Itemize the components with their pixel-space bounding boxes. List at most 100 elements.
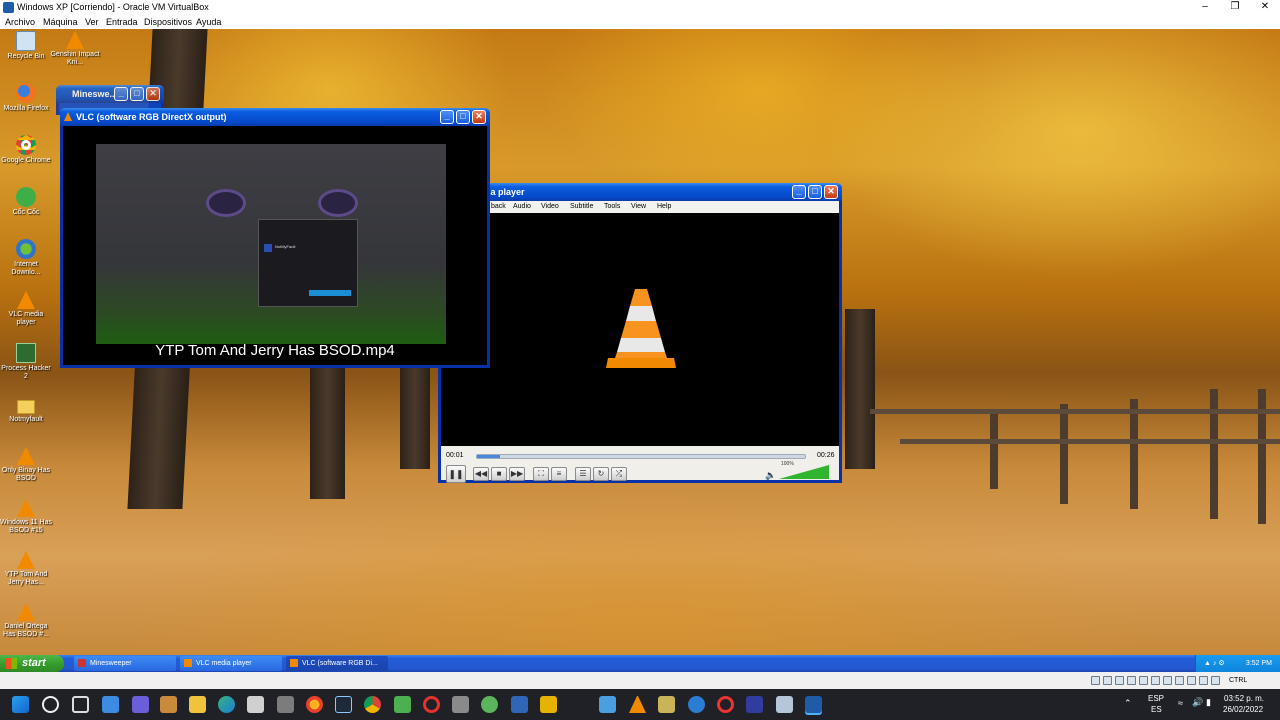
menu-archivo[interactable]: Archivo (5, 15, 35, 29)
mouse-integration-icon[interactable] (1199, 676, 1208, 685)
maximize-button[interactable]: □ (808, 185, 822, 199)
menu-tools[interactable]: Tools (604, 201, 620, 213)
edge-icon[interactable] (218, 696, 235, 713)
chrome-icon[interactable] (364, 696, 381, 713)
desktop-icon-firefox[interactable]: Mozilla Firefox (0, 83, 52, 113)
extended-settings-button[interactable]: ≡ (551, 467, 567, 481)
desktop-icon-process-hacker[interactable]: Process Hacker 2 (0, 343, 52, 381)
chevron-up-icon[interactable]: ⌃ (1124, 698, 1132, 709)
vlc-icon[interactable] (629, 696, 646, 713)
menu-video[interactable]: Video (541, 201, 559, 213)
maximize-button[interactable]: □ (130, 87, 144, 101)
hdd-icon[interactable] (1091, 676, 1100, 685)
maximize-button[interactable]: □ (456, 110, 470, 124)
coccoc-icon[interactable] (394, 696, 411, 713)
menu-help[interactable]: Help (657, 201, 671, 213)
menu-ayuda[interactable]: Ayuda (196, 15, 221, 29)
vlc-video-area[interactable] (441, 213, 839, 446)
stop-button[interactable]: ■ (491, 467, 507, 481)
windows-start-icon[interactable] (12, 696, 29, 713)
speaker-icon[interactable]: 🔈 (765, 470, 776, 481)
desktop-icon-coccoc[interactable]: Cốc Cốc (0, 187, 52, 217)
volume-icon[interactable]: 🔊 (1192, 697, 1203, 708)
seek-bar[interactable] (476, 454, 806, 459)
virtualbox-icon[interactable] (511, 696, 528, 713)
playlist-button[interactable]: ☰ (575, 467, 591, 481)
desktop-icon-daniel-ortega[interactable]: Daniel Ortega Has BSOD #... (0, 603, 52, 639)
app-icon[interactable] (540, 696, 557, 713)
widgets-icon[interactable] (102, 696, 119, 713)
opera-icon[interactable] (423, 696, 440, 713)
network-icon[interactable] (1127, 676, 1136, 685)
minimize-button[interactable]: _ (792, 185, 806, 199)
menu-dispositivos[interactable]: Dispositivos (144, 15, 192, 29)
app-icon[interactable] (776, 696, 793, 713)
language-indicator[interactable]: ESP (1148, 694, 1164, 703)
desktop-icon-recycle-bin[interactable]: Recycle Bin (0, 31, 52, 61)
vs-icon[interactable] (335, 696, 352, 713)
chat-icon[interactable] (132, 696, 149, 713)
desktop-icon-only-binay[interactable]: Only Binay Has BSOD (0, 447, 52, 483)
pause-button[interactable]: ❚❚ (446, 465, 466, 483)
close-button[interactable]: ✕ (824, 185, 838, 199)
virtualbox-icon[interactable] (805, 696, 822, 713)
menu-audio[interactable]: Audio (513, 201, 531, 213)
vlc-player-titlebar[interactable]: ia player _ □ ✕ (438, 183, 842, 201)
close-button[interactable]: ✕ (146, 87, 160, 101)
audio-icon[interactable] (1115, 676, 1124, 685)
vlc-player-window[interactable]: ia player _ □ ✕ back Audio Video Subtitl… (438, 183, 842, 483)
menu-maquina[interactable]: Máquina (43, 15, 78, 29)
app-icon[interactable] (481, 696, 498, 713)
battery-icon[interactable]: ▮ (1206, 697, 1211, 708)
desktop-icon-genshin[interactable]: Genshin Impact Kni... (49, 31, 101, 67)
menu-entrada[interactable]: Entrada (106, 15, 138, 29)
maximize-button[interactable]: ❐ (1220, 0, 1250, 15)
menu-ver[interactable]: Ver (85, 15, 99, 29)
desktop-icon-vlc[interactable]: VLC media player (0, 291, 52, 327)
menu-playback[interactable]: back (491, 201, 506, 213)
usb-icon[interactable] (1139, 676, 1148, 685)
store-icon[interactable] (247, 696, 264, 713)
tray-icons[interactable]: ▲ ♪ ⚙ (1204, 655, 1225, 672)
desktop-icon-idm[interactable]: Internet Downlo... (0, 239, 52, 277)
minimize-button[interactable]: _ (114, 87, 128, 101)
desktop-icon-windows11-bsod[interactable]: Windows 11 Has BSOD #15 (0, 499, 52, 535)
taskbar-button-minesweeper[interactable]: Minesweeper (74, 656, 176, 671)
firefox-icon[interactable] (306, 696, 323, 713)
vlc-directx-window[interactable]: VLC (software RGB DirectX output) _ □ ✕ … (60, 108, 490, 368)
optical-drive-icon[interactable] (1103, 676, 1112, 685)
minimize-button[interactable]: – (1190, 0, 1220, 15)
vlc-directx-titlebar[interactable]: VLC (software RGB DirectX output) _ □ ✕ (60, 108, 490, 126)
recording-icon[interactable] (1175, 676, 1184, 685)
app-icon[interactable] (688, 696, 705, 713)
volume-slider[interactable]: 100% (779, 461, 829, 479)
start-button[interactable]: start (0, 655, 64, 672)
app-icon[interactable] (599, 696, 616, 713)
search-icon[interactable] (42, 696, 59, 713)
menu-subtitle[interactable]: Subtitle (570, 201, 593, 213)
desktop-icon-notmyfault[interactable]: Notmyfault (0, 397, 52, 424)
minimize-button[interactable]: _ (440, 110, 454, 124)
taskbar-button-vlc-directx[interactable]: VLC (software RGB Di... (286, 656, 388, 671)
app-icon[interactable] (452, 696, 469, 713)
wifi-icon[interactable]: ≈ (1178, 698, 1183, 708)
shared-folder-icon[interactable] (1151, 676, 1160, 685)
file-explorer-icon[interactable] (189, 696, 206, 713)
taskbar-button-vlc[interactable]: VLC media player (180, 656, 282, 671)
task-view-icon[interactable] (72, 696, 89, 713)
fullscreen-button[interactable]: ⛶ (533, 467, 549, 481)
desktop-icon-chrome[interactable]: Google Chrome (0, 135, 52, 165)
menu-view[interactable]: View (631, 201, 646, 213)
previous-button[interactable]: ◀◀ (473, 467, 489, 481)
minesweeper-titlebar[interactable]: Mineswe... _ □ ✕ (56, 85, 164, 103)
loop-button[interactable]: ↻ (593, 467, 609, 481)
shuffle-button[interactable]: ⤮ (611, 467, 627, 481)
display-icon[interactable] (1163, 676, 1172, 685)
video-output[interactable]: NotMyFault YTP Tom And Jerry Has BSOD.mp… (63, 126, 487, 365)
close-button[interactable]: ✕ (1250, 0, 1280, 15)
app-icon[interactable] (746, 696, 763, 713)
usb-app-icon[interactable] (277, 696, 294, 713)
next-button[interactable]: ▶▶ (509, 467, 525, 481)
app-icon[interactable] (658, 696, 675, 713)
cpu-icon[interactable] (1187, 676, 1196, 685)
